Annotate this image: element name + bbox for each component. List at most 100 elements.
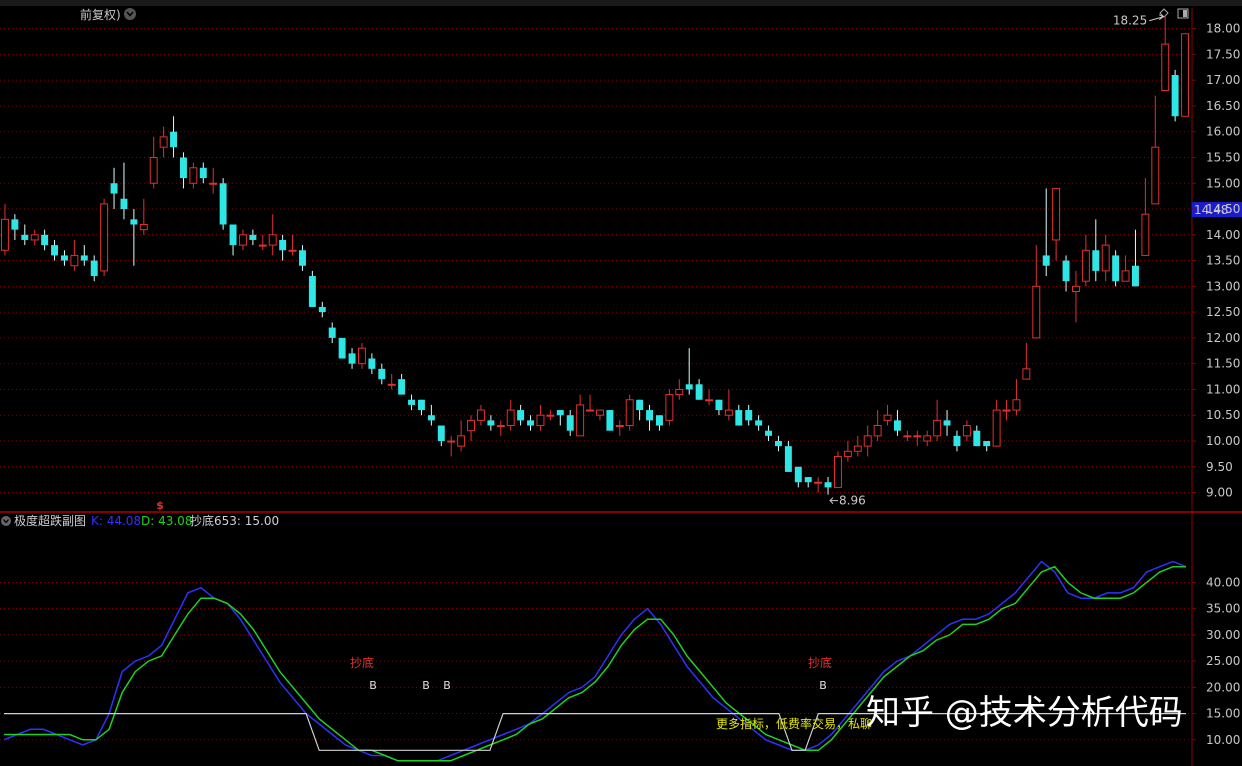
candle-body bbox=[1121, 270, 1130, 282]
b-marker: B bbox=[422, 679, 430, 692]
candle-body bbox=[199, 167, 207, 179]
candle-body bbox=[973, 430, 981, 447]
candle-body bbox=[1042, 255, 1050, 266]
candle-body bbox=[279, 239, 287, 251]
candle-body bbox=[665, 394, 674, 421]
indicator-collapse-icon[interactable] bbox=[1, 516, 11, 526]
candle-body bbox=[1062, 260, 1070, 282]
b-marker: B bbox=[443, 679, 451, 692]
candle-body bbox=[110, 183, 118, 194]
candle-body bbox=[1141, 213, 1150, 256]
indicator-tick-label: 15.00 bbox=[1206, 707, 1240, 721]
candle-body bbox=[853, 445, 862, 452]
price-tick-label: 13.50 bbox=[1206, 254, 1240, 268]
candle-body bbox=[476, 409, 485, 421]
candle-body bbox=[100, 203, 109, 272]
candle-body bbox=[873, 425, 882, 437]
candle-body bbox=[863, 435, 872, 447]
candle-body bbox=[357, 347, 366, 365]
candle-body bbox=[615, 425, 624, 428]
candle-body bbox=[159, 136, 168, 148]
candle-body bbox=[338, 337, 346, 359]
buy-signal-label: 抄底 bbox=[350, 655, 374, 670]
candle-body bbox=[1131, 265, 1139, 287]
candle-body bbox=[170, 131, 178, 148]
price-tick-label: 17.00 bbox=[1206, 73, 1240, 87]
candle-body bbox=[229, 224, 237, 246]
b-marker: B bbox=[369, 679, 377, 692]
candle-body bbox=[943, 420, 951, 426]
indicator-tick-label: 25.00 bbox=[1206, 654, 1240, 668]
candle-body bbox=[219, 183, 227, 225]
candle-body bbox=[506, 409, 515, 427]
chevron-down-icon[interactable] bbox=[124, 8, 136, 20]
candle-body bbox=[953, 435, 961, 447]
price-tick-label: 16.00 bbox=[1206, 125, 1240, 139]
candle-body bbox=[51, 245, 59, 256]
candle-body bbox=[1092, 250, 1100, 271]
candle-body bbox=[258, 244, 267, 247]
candle-body bbox=[427, 415, 435, 421]
candle-body bbox=[724, 409, 733, 416]
indicator-name: 极度超跌副图 bbox=[14, 513, 86, 528]
candle-body bbox=[348, 353, 356, 364]
candle-body bbox=[11, 219, 19, 230]
candle-body bbox=[298, 250, 306, 266]
candle-body bbox=[70, 254, 79, 267]
promo-text: 更多指标，低费率交易，私聊 bbox=[716, 716, 872, 731]
candle-body bbox=[139, 223, 148, 231]
candle-body bbox=[90, 260, 98, 277]
candle-body bbox=[824, 482, 832, 488]
candle-body bbox=[527, 420, 535, 426]
candle-body bbox=[1012, 399, 1021, 411]
price-tick-label: 14.00 bbox=[1206, 228, 1240, 242]
candle-body bbox=[328, 327, 336, 338]
candle-body bbox=[883, 414, 892, 421]
price-tick-label: 14.50 bbox=[1206, 202, 1240, 216]
candle-body bbox=[685, 384, 693, 390]
candle-body bbox=[755, 420, 763, 426]
candle-body bbox=[586, 409, 595, 412]
price-mode-label: 前复权) bbox=[80, 7, 121, 22]
candle-body bbox=[833, 455, 842, 488]
candle-body bbox=[268, 234, 277, 246]
candle-body bbox=[625, 399, 634, 427]
candle-body bbox=[368, 358, 376, 369]
candle-body bbox=[804, 477, 812, 483]
candle-body bbox=[60, 255, 68, 261]
price-tick-label: 10.00 bbox=[1206, 434, 1240, 448]
candle-body bbox=[0, 218, 9, 251]
candle-body bbox=[1101, 244, 1110, 272]
top-toolbar-strip bbox=[0, 0, 1242, 6]
candle-body bbox=[536, 414, 545, 427]
candle-body bbox=[675, 388, 684, 396]
candle-body bbox=[457, 435, 466, 447]
candle-body bbox=[1081, 249, 1090, 282]
candle-body bbox=[784, 446, 792, 472]
candle-body bbox=[745, 410, 753, 421]
candle-body bbox=[517, 410, 525, 421]
chart-background bbox=[0, 0, 1242, 766]
price-tick-label: 15.50 bbox=[1206, 150, 1240, 164]
price-tick-label: 10.50 bbox=[1206, 408, 1240, 422]
indicator-tick-label: 10.00 bbox=[1206, 733, 1240, 747]
candle-body bbox=[249, 234, 257, 240]
candle-body bbox=[903, 435, 912, 438]
candle-body bbox=[1151, 146, 1160, 205]
candle-body bbox=[308, 276, 316, 307]
candle-body bbox=[398, 379, 406, 395]
buy-signal-label: 抄底 bbox=[808, 655, 832, 670]
candle-body bbox=[923, 435, 932, 442]
candle-body bbox=[1002, 409, 1011, 412]
candle-body bbox=[1161, 43, 1170, 91]
price-tick-label: 9.00 bbox=[1206, 486, 1233, 500]
candle-body bbox=[1032, 285, 1041, 339]
candle-body bbox=[149, 156, 158, 184]
price-tick-label: 15.00 bbox=[1206, 176, 1240, 190]
candle-body bbox=[408, 399, 416, 405]
candle-body bbox=[992, 409, 1001, 447]
price-tick-label: 9.50 bbox=[1206, 460, 1233, 474]
indicator-tick-label: 40.00 bbox=[1206, 575, 1240, 589]
candle-body bbox=[189, 167, 198, 184]
candle-body bbox=[130, 219, 138, 225]
